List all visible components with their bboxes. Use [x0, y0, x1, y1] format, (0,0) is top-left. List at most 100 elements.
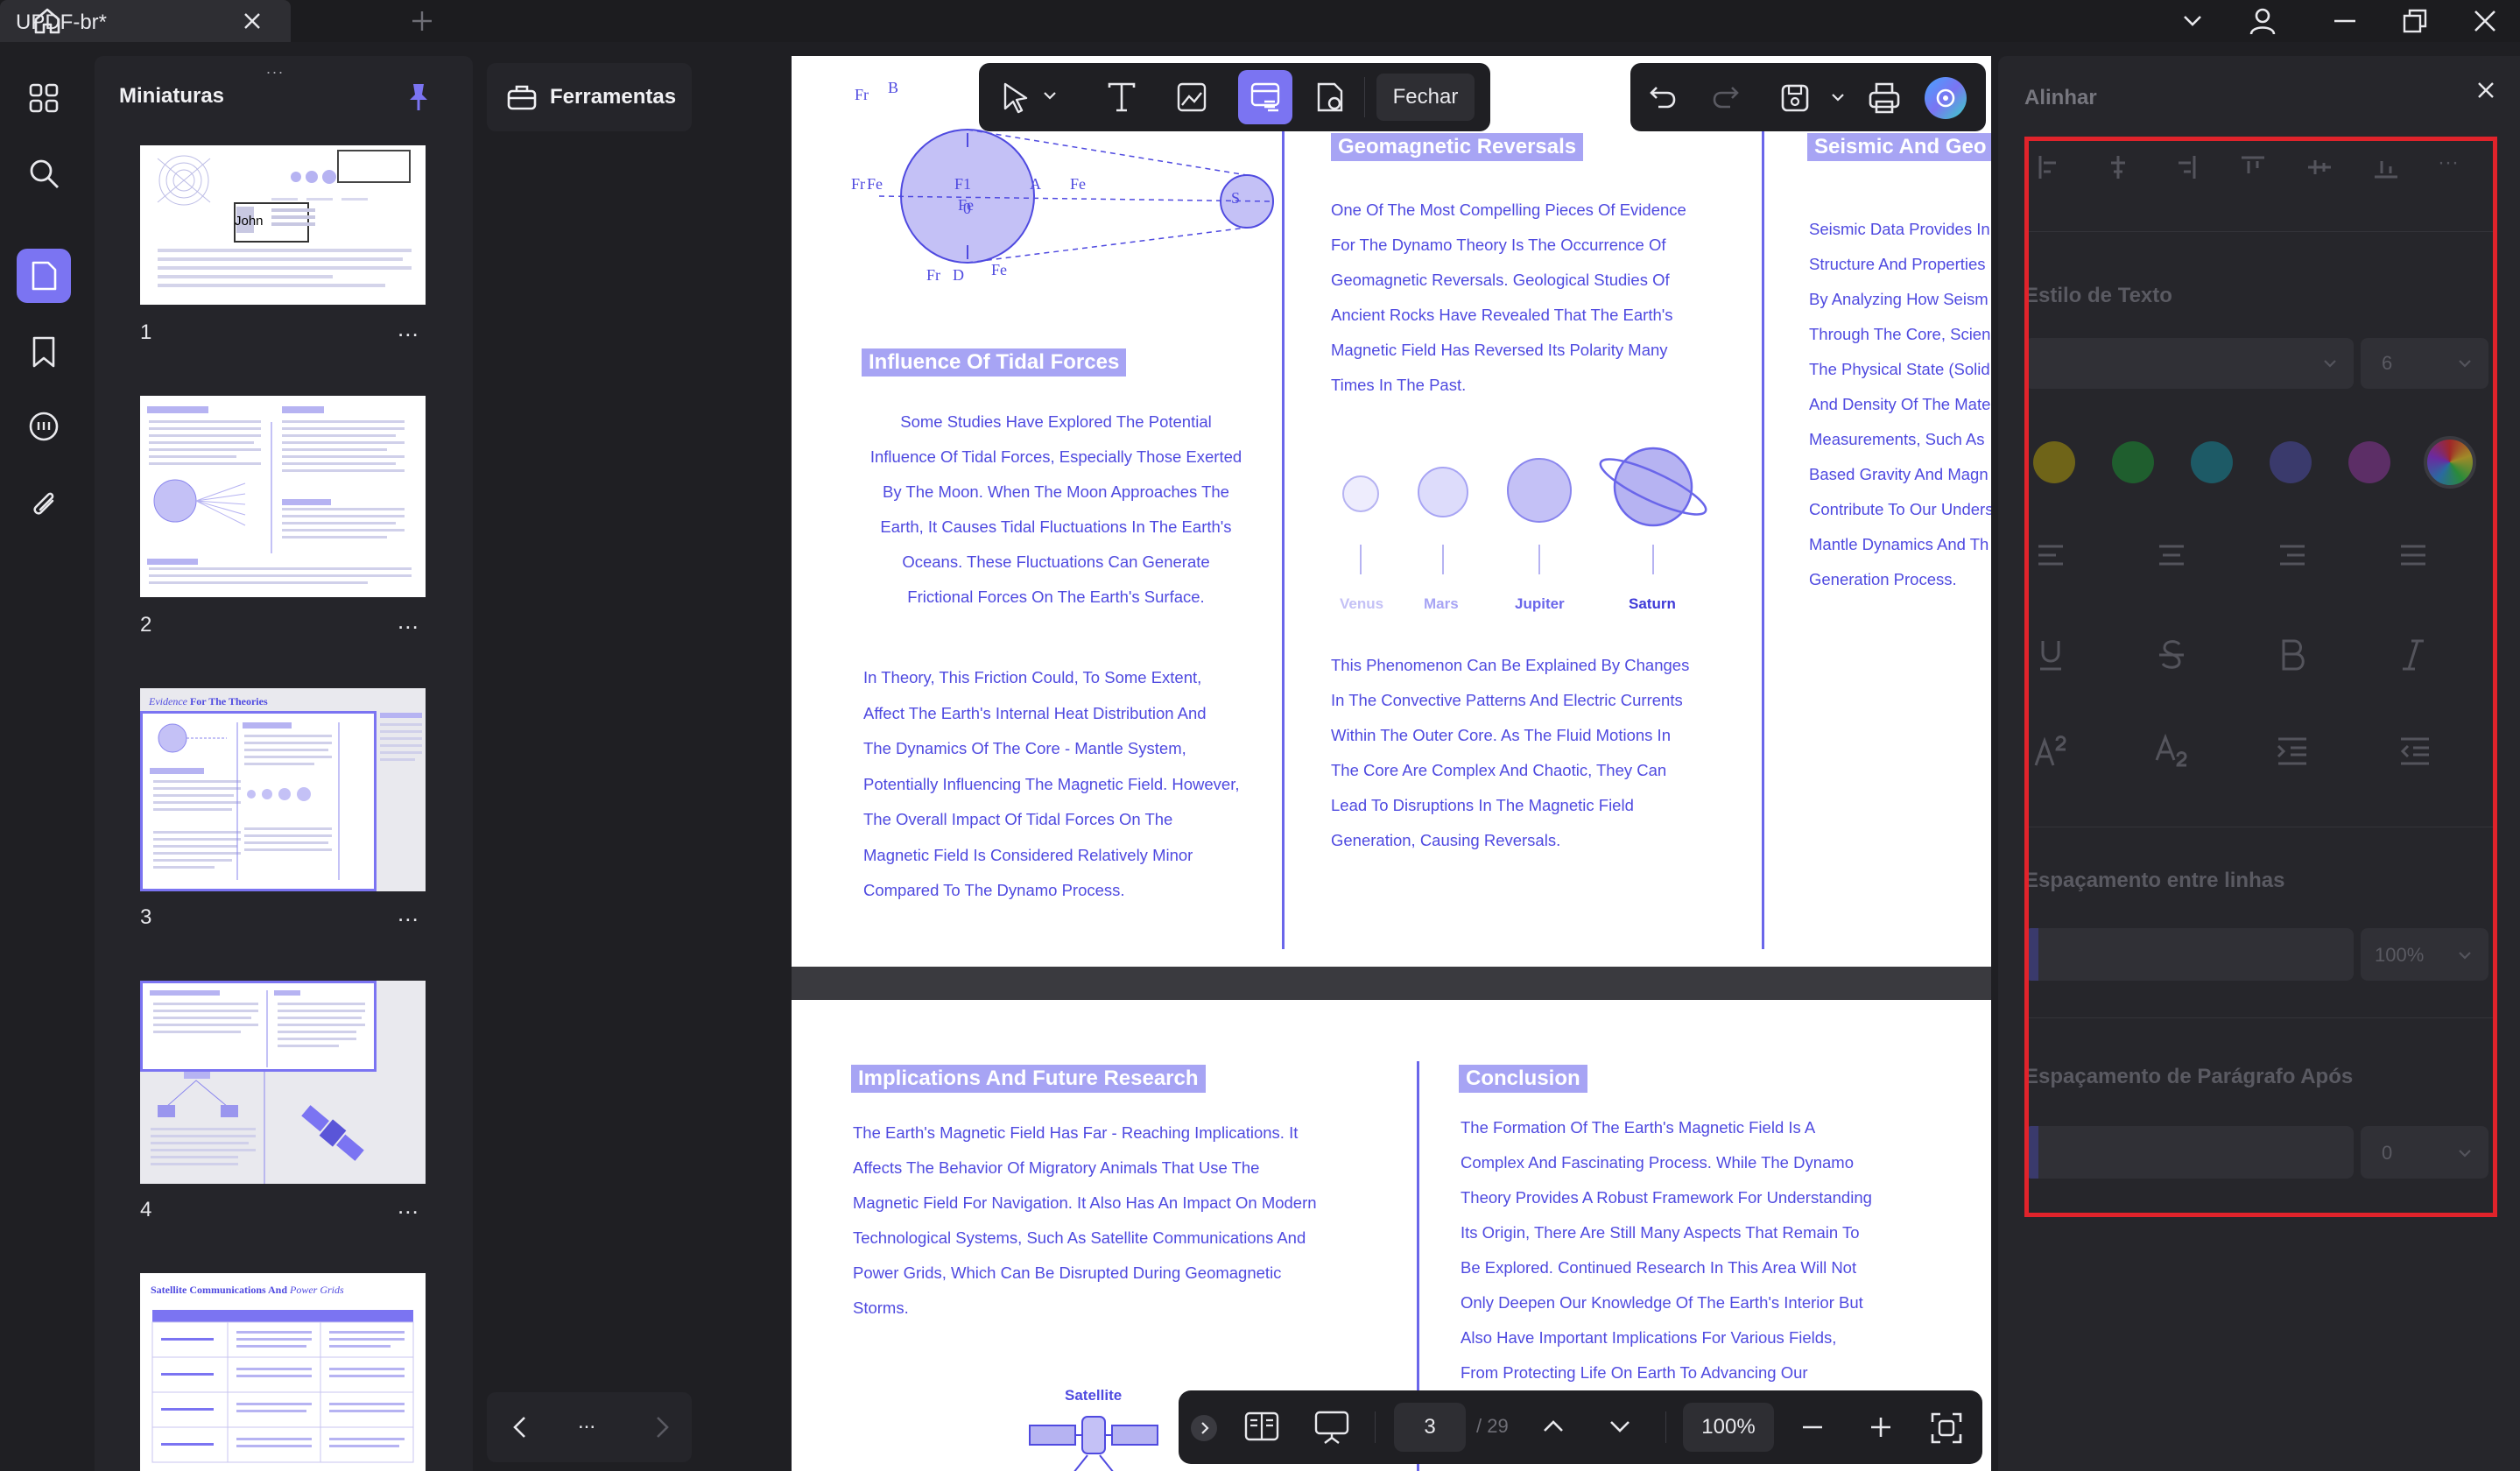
- select-pointer-icon[interactable]: [1000, 81, 1033, 114]
- thumbnail-name-label: John: [235, 214, 264, 229]
- thumbnail-page-1[interactable]: John: [140, 145, 426, 305]
- ai-assistant-icon[interactable]: [1925, 77, 1967, 119]
- thumbnail-page-3[interactable]: Evidence For The Theories: [140, 688, 426, 891]
- zoom-level-input[interactable]: 100%: [1683, 1403, 1774, 1452]
- expand-toolbar-icon[interactable]: [1191, 1415, 1217, 1441]
- seismic-header: Seismic And Geo: [1807, 133, 1991, 161]
- toolbar-divider: [1364, 77, 1365, 117]
- tidal-forces-header: Influence Of Tidal Forces: [862, 348, 1127, 377]
- pin-icon[interactable]: [406, 82, 431, 112]
- column-divider-2: [1762, 130, 1764, 949]
- thumbnail-page-5[interactable]: Satellite Communications And Power Grids: [140, 1273, 426, 1471]
- diagram-label-fr-top: Fr: [855, 86, 869, 103]
- align-panel-title: Alinhar: [2024, 86, 2097, 109]
- presentation-icon[interactable]: [1313, 1410, 1350, 1445]
- thumbnail-3-title: Evidence For The Theories: [149, 695, 268, 707]
- previous-page-icon[interactable]: [1541, 1415, 1566, 1436]
- seismic-paragraph: Seismic Data Provides In Structure And P…: [1809, 220, 1991, 588]
- save-icon[interactable]: [1779, 82, 1811, 114]
- restore-icon[interactable]: [2394, 0, 2436, 42]
- actions-toolbar: [1630, 63, 1986, 131]
- account-icon[interactable]: [2242, 0, 2284, 42]
- undo-icon[interactable]: [1648, 82, 1678, 112]
- close-panel-icon[interactable]: [2474, 79, 2497, 102]
- chevron-left-icon[interactable]: [511, 1415, 529, 1439]
- fit-screen-icon[interactable]: [1930, 1411, 1963, 1445]
- page-number-2: 2: [140, 613, 152, 637]
- diagram-label-b: B: [888, 79, 899, 96]
- title-bar: UPDF-br*: [0, 0, 2520, 42]
- diagram-label-fe-right: Fe: [1070, 175, 1086, 193]
- tools-button[interactable]: Ferramentas: [487, 63, 692, 131]
- edit-toolbar: Fechar: [979, 63, 1490, 131]
- bottom-divider-1: [1375, 1411, 1376, 1443]
- implications-header: Implications And Future Research: [851, 1065, 1206, 1093]
- minimize-icon[interactable]: [2324, 0, 2366, 42]
- close-edit-button[interactable]: Fechar: [1376, 74, 1475, 121]
- pdf-page-3[interactable]: Fr B Fr Fe F1 Fe 0 A Fe S Fr D Fe Influe…: [792, 56, 1991, 967]
- bottom-toolbar: 3 / 29 100%: [1179, 1390, 1982, 1464]
- page-3-more-button[interactable]: ...: [398, 900, 419, 927]
- diagram-label-a: A: [1030, 175, 1041, 193]
- geomagnetic-paragraph-2: This Phenomenon Can Be Explained By Chan…: [1331, 656, 1690, 849]
- close-window-icon[interactable]: [2464, 0, 2506, 42]
- tidal-forces-paragraph-1: Some Studies Have Explored The Potential…: [869, 412, 1242, 606]
- comments-icon[interactable]: [19, 403, 68, 452]
- highlight-box: [2024, 137, 2497, 1217]
- planet-label-venus: Venus: [1340, 595, 1384, 612]
- new-tab-icon[interactable]: [405, 0, 440, 42]
- pager-more-button[interactable]: ...: [578, 1410, 595, 1434]
- apps-grid-icon[interactable]: [19, 74, 68, 123]
- page-2-more-button[interactable]: ...: [398, 608, 419, 635]
- search-icon[interactable]: [19, 149, 68, 198]
- print-icon[interactable]: [1867, 81, 1902, 116]
- chevron-right-icon[interactable]: [653, 1415, 671, 1439]
- diagram-label-o: 0: [963, 200, 971, 217]
- page-layout-icon[interactable]: [1243, 1410, 1280, 1443]
- planet-label-saturn: Saturn: [1629, 595, 1676, 612]
- conclusion-header: Conclusion: [1459, 1065, 1587, 1093]
- thumbnail-3-visible-area: [140, 711, 377, 891]
- thumbnails-title: Miniaturas: [119, 84, 225, 108]
- next-page-icon[interactable]: [1608, 1417, 1632, 1438]
- conclusion-paragraph: The Formation Of The Earth's Magnetic Fi…: [1461, 1118, 1872, 1382]
- document-tab-title: UPDF-br*: [16, 11, 108, 34]
- satellite-illustration: [1029, 1416, 1158, 1471]
- geomagnetic-reversals-header: Geomagnetic Reversals: [1331, 133, 1584, 161]
- planets-illustration: [1342, 447, 1707, 574]
- thumbnail-5-title: Satellite Communications And Power Grids: [151, 1284, 344, 1296]
- add-text-icon[interactable]: [1105, 81, 1138, 114]
- save-options-chevron-icon[interactable]: [1830, 89, 1846, 105]
- diagram-label-s: S: [1231, 189, 1241, 207]
- diagram-label-f1: F1: [954, 175, 972, 193]
- page-1-more-button[interactable]: ...: [398, 315, 419, 342]
- page-4-more-button[interactable]: ...: [398, 1193, 419, 1220]
- edit-link-icon[interactable]: [1238, 70, 1292, 124]
- thumbnail-page-4[interactable]: [140, 981, 426, 1184]
- close-tab-icon[interactable]: [242, 11, 263, 32]
- attachment-icon[interactable]: [19, 480, 68, 529]
- chevron-down-icon[interactable]: [2172, 0, 2214, 42]
- diagram-label-fr-left: Fr: [851, 175, 866, 193]
- zoom-in-icon[interactable]: [1869, 1415, 1893, 1439]
- bottom-divider-2: [1665, 1411, 1666, 1443]
- select-dropdown-icon[interactable]: [1042, 88, 1058, 103]
- edit-background-icon[interactable]: [1313, 81, 1347, 114]
- planet-label-jupiter: Jupiter: [1515, 595, 1565, 612]
- thumbnails-icon[interactable]: [17, 249, 71, 303]
- app-window: UPDF-br* ... Miniaturas John 1 ... 2 ...…: [0, 0, 2520, 1471]
- diagram-label-fr-bottom: Fr: [926, 266, 941, 284]
- total-pages-label: / 29: [1476, 1415, 1509, 1437]
- redo-icon[interactable]: [1711, 82, 1741, 112]
- panel-resize-handle[interactable]: ...: [266, 60, 285, 78]
- zoom-out-icon[interactable]: [1800, 1415, 1825, 1439]
- implications-paragraph: The Earth's Magnetic Field Has Far - Rea…: [853, 1123, 1317, 1317]
- diagram-label-fe-bottom: Fe: [991, 261, 1007, 278]
- geomagnetic-paragraph-1: One Of The Most Compelling Pieces Of Evi…: [1331, 201, 1686, 394]
- satellite-label: Satellite: [1065, 1387, 1123, 1404]
- bookmark-icon[interactable]: [19, 327, 68, 377]
- page-number-input[interactable]: 3: [1394, 1403, 1466, 1452]
- thumbnail-page-2[interactable]: [140, 396, 426, 597]
- add-image-icon[interactable]: [1175, 81, 1208, 114]
- document-viewport[interactable]: Fr B Fr Fe F1 Fe 0 A Fe S Fr D Fe Influe…: [792, 56, 1991, 1471]
